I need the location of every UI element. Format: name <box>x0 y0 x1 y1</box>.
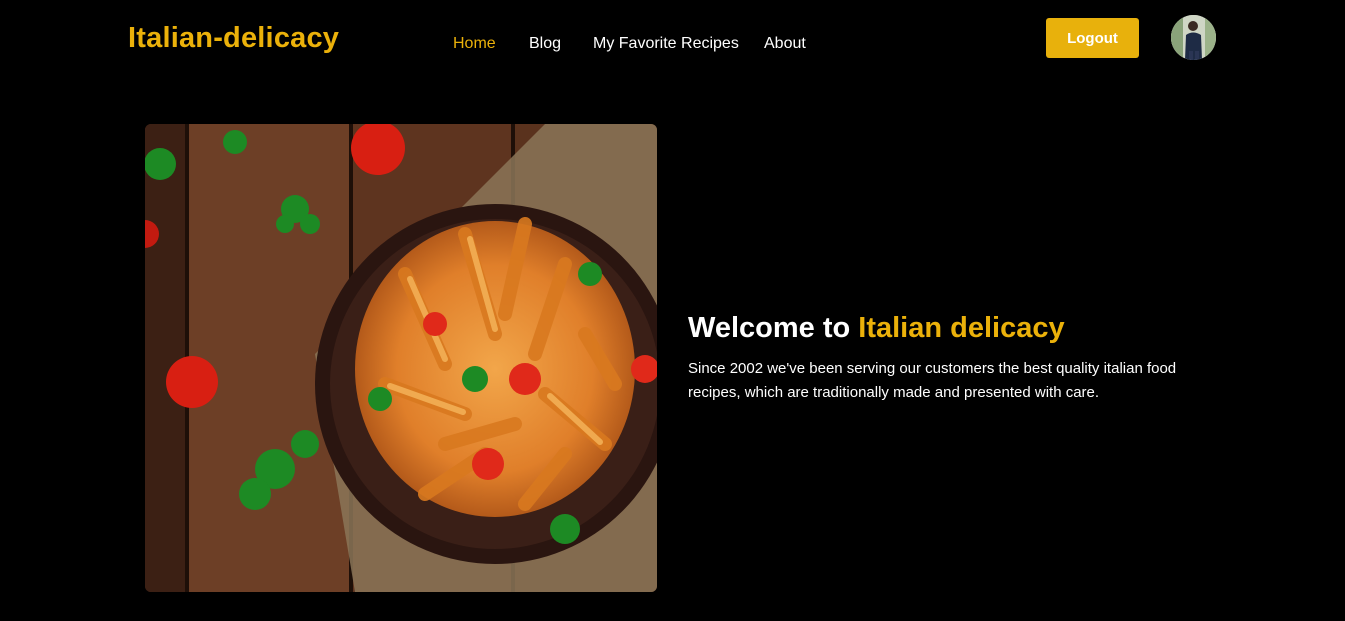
logout-button[interactable]: Logout <box>1046 18 1139 58</box>
hero-text: Welcome to Italian delicacy Since 2002 w… <box>688 312 1208 405</box>
hero-description: Since 2002 we've been serving our custom… <box>688 360 1177 401</box>
page: Italian-delicacy Home Blog My Favorite R… <box>0 0 1345 621</box>
site-logo[interactable]: Italian-delicacy <box>128 22 339 55</box>
user-avatar[interactable] <box>1171 15 1216 60</box>
avatar-icon <box>1171 15 1216 60</box>
nav-about[interactable]: About <box>764 35 806 53</box>
nav-blog[interactable]: Blog <box>529 35 561 53</box>
nav-my-favorite-recipes[interactable]: My Favorite Recipes <box>593 35 739 53</box>
pasta-dish-photo <box>145 124 657 592</box>
hero-title: Welcome to Italian delicacy <box>688 312 1208 345</box>
hero-title-accent: Italian delicacy <box>858 312 1065 344</box>
hero-title-prefix: Welcome to <box>688 312 859 344</box>
nav-home[interactable]: Home <box>453 35 496 53</box>
hero-image <box>145 124 657 592</box>
